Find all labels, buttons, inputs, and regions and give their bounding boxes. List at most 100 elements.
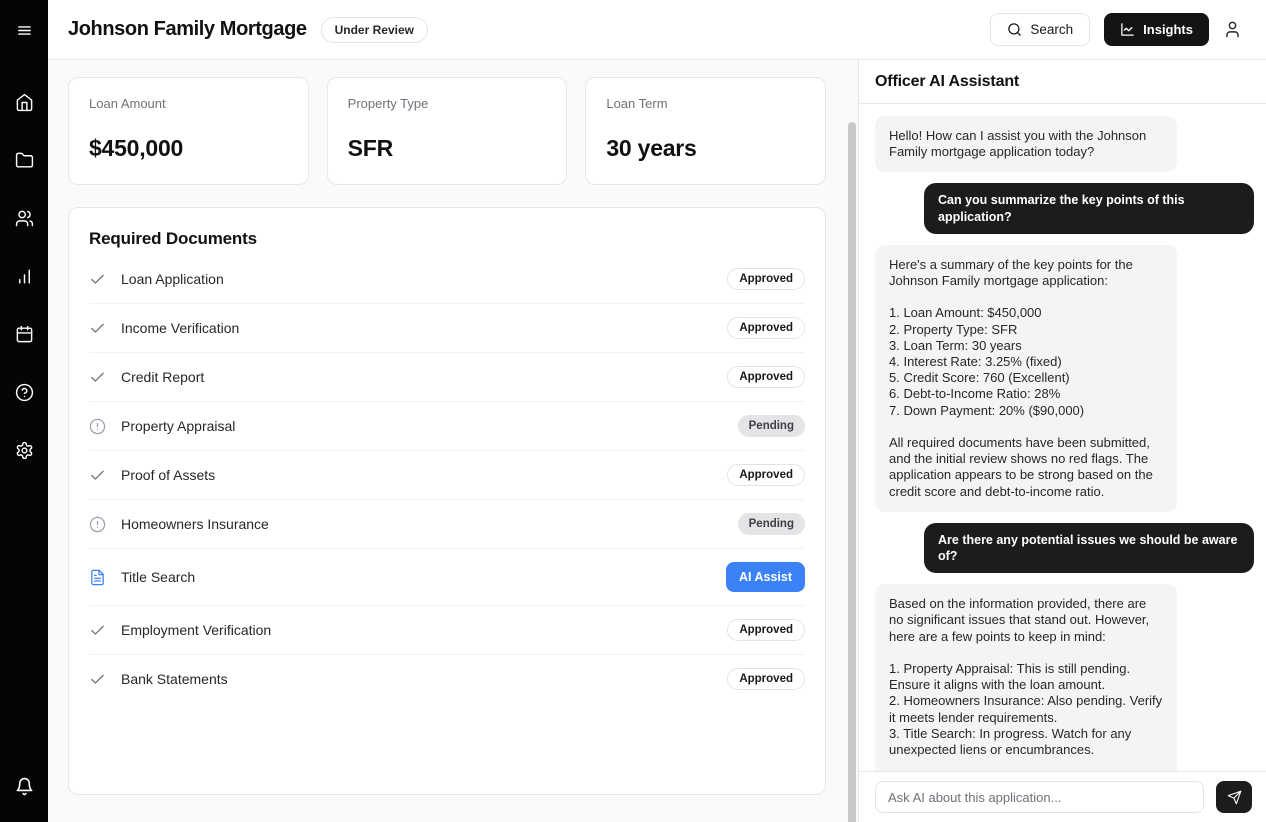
- insights-button-label: Insights: [1143, 22, 1193, 37]
- summary-card: Loan Amount $450,000: [68, 77, 309, 185]
- message-text: Hello! How can I assist you with the Joh…: [875, 116, 1177, 172]
- document-name: Credit Report: [121, 369, 204, 385]
- summary-card: Property Type SFR: [327, 77, 568, 185]
- ai-message: Based on the information provided, there…: [859, 584, 1266, 771]
- document-list: Loan Application Approved Income Verific…: [89, 255, 805, 703]
- settings-icon: [15, 441, 34, 460]
- card-value: SFR: [348, 135, 547, 162]
- calendar-icon: [15, 325, 34, 344]
- search-button-label: Search: [1030, 22, 1073, 37]
- folder-icon: [15, 151, 34, 170]
- check-icon: [89, 622, 106, 639]
- ai-panel-title: Officer AI Assistant: [875, 73, 1019, 91]
- message-text: Based on the information provided, there…: [875, 584, 1177, 771]
- document-name: Title Search: [121, 569, 195, 585]
- main-content: Loan Amount $450,000 Property Type SFR L…: [48, 60, 858, 822]
- check-icon: [89, 671, 106, 688]
- status-pill: Approved: [727, 317, 805, 339]
- card-value: 30 years: [606, 135, 805, 162]
- app-sidebar: [0, 0, 48, 822]
- document-row: Employment Verification Approved: [89, 606, 805, 655]
- menu-icon: [16, 22, 33, 39]
- documents-title: Required Documents: [89, 229, 805, 249]
- status-pill: Approved: [727, 619, 805, 641]
- send-button[interactable]: [1216, 781, 1252, 813]
- paper-plane-icon: [1227, 790, 1242, 805]
- status-pill: Pending: [738, 513, 805, 535]
- status-pill: Approved: [727, 268, 805, 290]
- check-icon: [89, 369, 106, 386]
- user-profile-button[interactable]: [1223, 20, 1242, 39]
- sidebar-nav: [0, 84, 48, 468]
- search-icon: [1007, 22, 1022, 37]
- message-text: Can you summarize the key points of this…: [924, 183, 1254, 233]
- user-icon: [1223, 20, 1242, 39]
- required-documents-card: Required Documents Loan Application Appr…: [68, 207, 826, 795]
- summary-cards: Loan Amount $450,000 Property Type SFR L…: [68, 77, 826, 185]
- status-pill: Approved: [727, 464, 805, 486]
- document-name: Property Appraisal: [121, 418, 235, 434]
- check-icon: [89, 467, 106, 484]
- home-icon: [15, 93, 34, 112]
- vertical-scrollbar-thumb[interactable]: [848, 122, 856, 822]
- menu-button[interactable]: [0, 12, 48, 48]
- card-label: Loan Term: [606, 96, 805, 111]
- document-row: Loan Application Approved: [89, 255, 805, 304]
- user-message: Can you summarize the key points of this…: [859, 183, 1266, 233]
- summary-card: Loan Term 30 years: [585, 77, 826, 185]
- page-title: Johnson Family Mortgage: [68, 18, 307, 41]
- insights-button[interactable]: Insights: [1104, 13, 1209, 46]
- notifications-button[interactable]: [0, 768, 48, 804]
- sidebar-item-settings[interactable]: [0, 432, 48, 468]
- message-text: Here's a summary of the key points for t…: [875, 245, 1177, 512]
- document-name: Loan Application: [121, 271, 224, 287]
- sidebar-item-bar-chart[interactable]: [0, 258, 48, 294]
- document-row: Title Search AI Assist: [89, 549, 805, 606]
- status-pill: Pending: [738, 415, 805, 437]
- document-row: Proof of Assets Approved: [89, 451, 805, 500]
- card-value: $450,000: [89, 135, 288, 162]
- alert-icon: [89, 418, 106, 435]
- bell-icon: [15, 777, 34, 796]
- document-name: Proof of Assets: [121, 467, 215, 483]
- alert-icon: [89, 516, 106, 533]
- document-name: Homeowners Insurance: [121, 516, 269, 532]
- document-row: Income Verification Approved: [89, 304, 805, 353]
- chat-input[interactable]: [875, 781, 1204, 813]
- check-icon: [89, 320, 106, 337]
- ai-message: Here's a summary of the key points for t…: [859, 245, 1266, 512]
- file-icon: [89, 569, 106, 586]
- ai-message: Hello! How can I assist you with the Joh…: [859, 116, 1266, 172]
- help-icon: [15, 383, 34, 402]
- document-row: Bank Statements Approved: [89, 655, 805, 703]
- card-label: Loan Amount: [89, 96, 288, 111]
- user-message: Are there any potential issues we should…: [859, 523, 1266, 573]
- document-row: Credit Report Approved: [89, 353, 805, 402]
- search-button[interactable]: Search: [990, 13, 1090, 46]
- chart-line-icon: [1120, 22, 1135, 37]
- document-name: Bank Statements: [121, 671, 228, 687]
- sidebar-item-users[interactable]: [0, 200, 48, 236]
- ai-panel-header: Officer AI Assistant: [859, 60, 1266, 104]
- sidebar-item-help[interactable]: [0, 374, 48, 410]
- document-name: Employment Verification: [121, 622, 271, 638]
- bar-chart-icon: [15, 267, 34, 286]
- users-icon: [15, 209, 34, 228]
- document-row: Property Appraisal Pending: [89, 402, 805, 451]
- top-header: Johnson Family Mortgage Under Review Sea…: [48, 0, 1266, 60]
- ai-assistant-panel: Officer AI Assistant Hello! How can I as…: [858, 60, 1266, 822]
- document-row: Homeowners Insurance Pending: [89, 500, 805, 549]
- status-pill: Approved: [727, 668, 805, 690]
- sidebar-item-calendar[interactable]: [0, 316, 48, 352]
- message-text: Are there any potential issues we should…: [924, 523, 1254, 573]
- sidebar-item-folder[interactable]: [0, 142, 48, 178]
- chat-input-bar: [859, 771, 1266, 822]
- ai-assist-button[interactable]: AI Assist: [726, 562, 805, 592]
- status-badge: Under Review: [321, 17, 428, 43]
- card-label: Property Type: [348, 96, 547, 111]
- check-icon: [89, 271, 106, 288]
- document-name: Income Verification: [121, 320, 239, 336]
- sidebar-item-home[interactable]: [0, 84, 48, 120]
- chat-messages: Hello! How can I assist you with the Joh…: [859, 104, 1266, 771]
- status-pill: Approved: [727, 366, 805, 388]
